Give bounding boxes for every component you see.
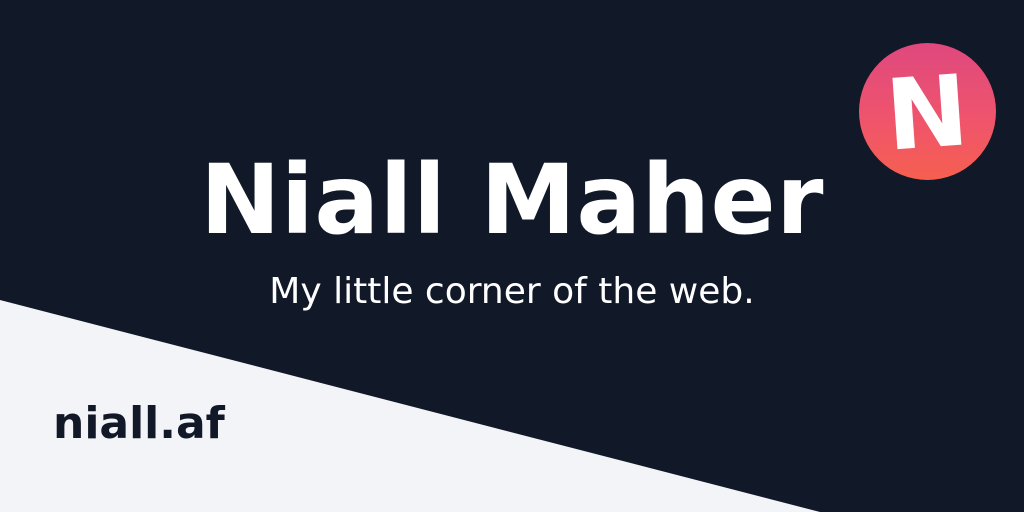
site-domain: niall.af — [53, 398, 225, 449]
tagline: My little corner of the web. — [269, 271, 755, 312]
social-card: N Niall Maher My little corner of the we… — [0, 0, 1024, 512]
page-title: Niall Maher — [200, 144, 824, 256]
